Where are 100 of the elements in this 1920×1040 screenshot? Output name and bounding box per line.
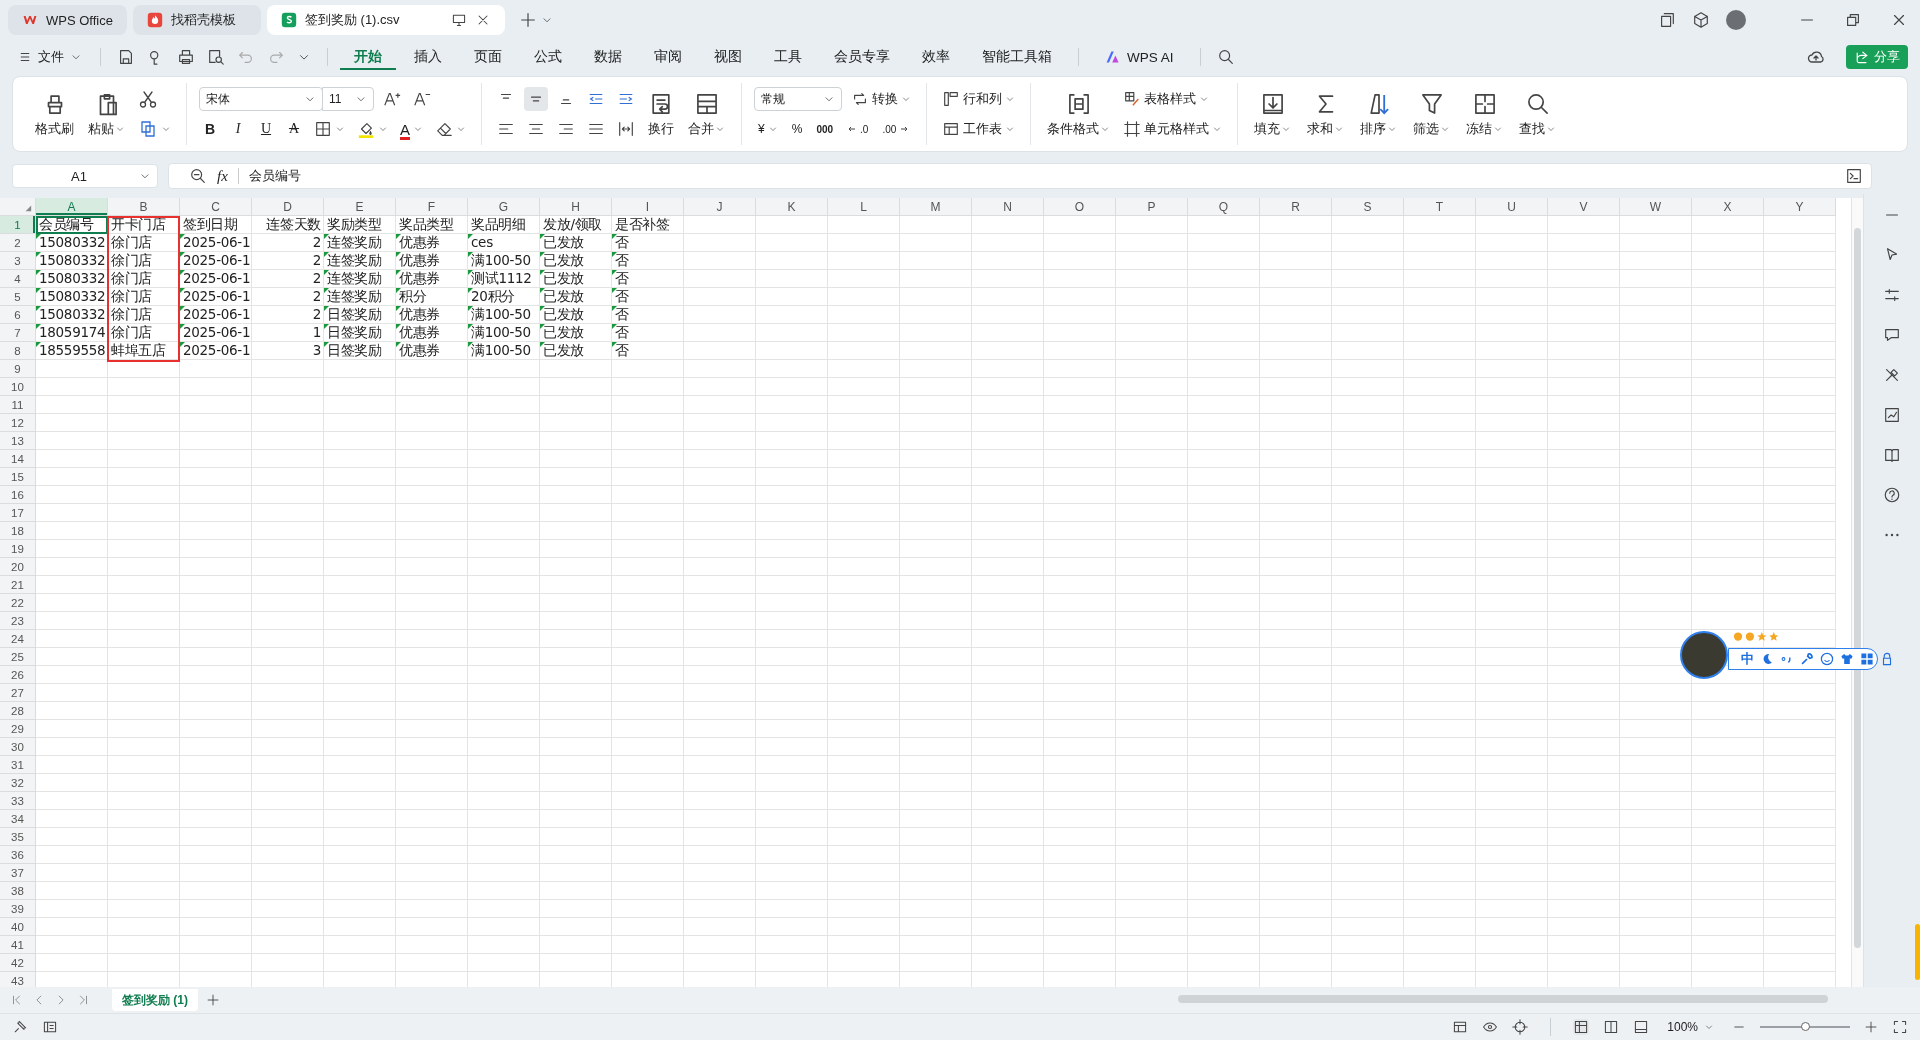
save-icon[interactable]	[117, 48, 135, 66]
row-header[interactable]: 35	[0, 828, 36, 846]
font-size-dropdown[interactable]: 11	[322, 87, 374, 111]
row-header[interactable]: 32	[0, 774, 36, 792]
chart-icon[interactable]	[1883, 406, 1901, 424]
grid-icon[interactable]	[1860, 652, 1874, 666]
ribbon-tab[interactable]: 开始	[340, 44, 396, 70]
number-format-button[interactable]: .00	[878, 117, 914, 141]
row-header[interactable]: 10	[0, 378, 36, 396]
toolbar-button[interactable]: 排序	[1356, 88, 1401, 140]
row-header[interactable]: 43	[0, 972, 36, 987]
text-format-button[interactable]: U	[255, 118, 277, 140]
merge-button[interactable]: 合并	[684, 88, 729, 140]
column-header[interactable]: R	[1260, 198, 1332, 216]
row-header[interactable]: 37	[0, 864, 36, 882]
row-header[interactable]: 24	[0, 630, 36, 648]
tools-icon[interactable]	[1883, 366, 1901, 384]
row-header[interactable]: 18	[0, 522, 36, 540]
input-mode-toggle[interactable]: 中	[1741, 650, 1754, 668]
column-header[interactable]: F	[396, 198, 468, 216]
zoom-level-dropdown[interactable]: 100%	[1667, 1020, 1714, 1034]
ribbon-tab[interactable]: 公式	[520, 42, 576, 72]
row-header[interactable]: 7	[0, 324, 36, 342]
row-header[interactable]: 11	[0, 396, 36, 414]
row-header[interactable]: 12	[0, 414, 36, 432]
column-header[interactable]: O	[1044, 198, 1116, 216]
row-header[interactable]: 36	[0, 846, 36, 864]
function-label[interactable]: fx	[217, 167, 228, 185]
row-header[interactable]: 2	[0, 234, 36, 252]
row-header[interactable]: 39	[0, 900, 36, 918]
row-header[interactable]: 20	[0, 558, 36, 576]
number-format-button[interactable]: .0	[843, 117, 873, 141]
row-header[interactable]: 16	[0, 486, 36, 504]
row-header[interactable]: 14	[0, 450, 36, 468]
row-header[interactable]: 1	[0, 216, 36, 234]
row-header[interactable]: 38	[0, 882, 36, 900]
column-header[interactable]: L	[828, 198, 900, 216]
table-settings-icon[interactable]	[1452, 1019, 1469, 1035]
toolbar-button[interactable]: 冻结	[1462, 88, 1507, 140]
row-header[interactable]: 9	[0, 360, 36, 378]
file-menu[interactable]: 文件	[12, 44, 88, 70]
comment-icon[interactable]	[1883, 326, 1901, 344]
row-header[interactable]: 23	[0, 612, 36, 630]
crosshair-icon[interactable]	[1512, 1019, 1529, 1035]
text-format-button[interactable]: B	[199, 118, 221, 140]
ribbon-tab[interactable]: 数据	[580, 42, 636, 72]
column-header[interactable]: E	[324, 198, 396, 216]
pin-icon[interactable]	[12, 1019, 28, 1035]
monitor-icon[interactable]	[450, 12, 467, 28]
table-style-button[interactable]: 表格样式	[1120, 87, 1225, 111]
document-tab[interactable]: 找稻壳模板	[132, 5, 261, 35]
row-header[interactable]: 22	[0, 594, 36, 612]
smiley-icon[interactable]	[1820, 652, 1834, 666]
column-header[interactable]: P	[1116, 198, 1188, 216]
row-header[interactable]: 26	[0, 666, 36, 684]
column-header[interactable]: M	[900, 198, 972, 216]
row-header[interactable]: 17	[0, 504, 36, 522]
column-header[interactable]: X	[1692, 198, 1764, 216]
row-header[interactable]: 30	[0, 738, 36, 756]
row-header[interactable]: 4	[0, 270, 36, 288]
ribbon-tab[interactable]: 审阅	[640, 42, 696, 72]
convert-button[interactable]: 转换	[848, 87, 914, 111]
plus-icon[interactable]	[518, 11, 537, 29]
column-header[interactable]: B	[108, 198, 180, 216]
column-header[interactable]: Q	[1188, 198, 1260, 216]
column-header[interactable]: V	[1548, 198, 1620, 216]
expand-icon[interactable]	[1845, 167, 1863, 185]
column-header[interactable]: G	[468, 198, 540, 216]
page-view-icon[interactable]	[1633, 1019, 1650, 1035]
toolbar-button[interactable]: 查找	[1515, 88, 1560, 140]
row-header[interactable]: 21	[0, 576, 36, 594]
name-box[interactable]: A1	[12, 164, 158, 188]
panel-icon[interactable]	[42, 1019, 58, 1035]
lock-icon[interactable]	[1880, 652, 1894, 666]
row-header[interactable]: 40	[0, 918, 36, 936]
search-icon[interactable]	[1216, 48, 1235, 66]
row-header[interactable]: 42	[0, 954, 36, 972]
align-middle-icon[interactable]	[524, 87, 548, 111]
row-header[interactable]: 19	[0, 540, 36, 558]
font-color-button[interactable]: A	[397, 117, 426, 141]
toolbar-button[interactable]: 筛选	[1409, 88, 1454, 140]
fullscreen-icon[interactable]	[1892, 1019, 1908, 1035]
row-header[interactable]: 33	[0, 792, 36, 810]
worksheet-button[interactable]: 工作表	[939, 117, 1018, 141]
row-header[interactable]: 29	[0, 720, 36, 738]
ribbon-tab[interactable]: 智能工具箱	[968, 42, 1066, 72]
text-format-button[interactable]: I	[227, 118, 249, 140]
row-header[interactable]: 15	[0, 468, 36, 486]
row-header[interactable]: 5	[0, 288, 36, 306]
split-view-icon[interactable]	[1603, 1019, 1620, 1035]
number-format-button[interactable]: ¥	[754, 117, 782, 141]
number-format-button[interactable]: %	[787, 117, 807, 141]
document-tab[interactable]: 签到奖励 (1).csv	[266, 5, 505, 35]
row-header[interactable]: 27	[0, 684, 36, 702]
formula-field[interactable]: fx 会员编号	[168, 163, 1872, 189]
book-icon[interactable]	[1883, 446, 1901, 464]
row-header[interactable]: 3	[0, 252, 36, 270]
row-header[interactable]: 8	[0, 342, 36, 360]
print-preview-icon[interactable]	[207, 48, 225, 66]
vertical-scrollbar[interactable]	[1851, 198, 1863, 987]
